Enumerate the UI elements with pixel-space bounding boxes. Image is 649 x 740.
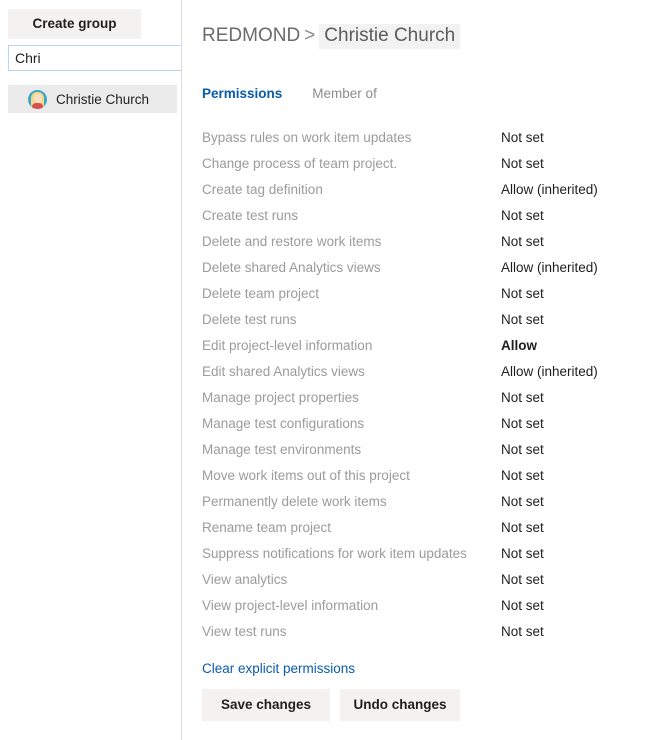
permission-name: Move work items out of this project	[202, 463, 410, 489]
permission-name: Bypass rules on work item updates	[202, 125, 411, 151]
permission-row: Rename team project Not set	[202, 515, 642, 541]
permissions-table: Bypass rules on work item updates Not set…	[202, 125, 642, 645]
permission-value[interactable]: Not set	[501, 125, 544, 151]
breadcrumb-current: Christie Church	[319, 24, 460, 49]
permission-name: Create test runs	[202, 203, 298, 229]
permission-value[interactable]: Not set	[501, 203, 544, 229]
create-group-button[interactable]: Create group	[8, 9, 141, 39]
permission-row: Manage project properties Not set	[202, 385, 642, 411]
permission-row: Manage test environments Not set	[202, 437, 642, 463]
permission-name: Change process of team project.	[202, 151, 397, 177]
permission-value[interactable]: Not set	[501, 281, 544, 307]
permissions-page: Create group Christie Church REDMOND>Chr…	[0, 0, 649, 740]
breadcrumb-root[interactable]: REDMOND	[202, 25, 300, 46]
permission-value[interactable]: Not set	[501, 307, 544, 333]
footer-button-group: Save changes Undo changes	[202, 689, 460, 721]
permission-row: Delete shared Analytics views Allow (inhe…	[202, 255, 642, 281]
permission-row: Delete test runs Not set	[202, 307, 642, 333]
permission-name: View test runs	[202, 619, 287, 645]
permission-value[interactable]: Not set	[501, 593, 544, 619]
permission-name: View analytics	[202, 567, 287, 593]
permission-name: View project-level information	[202, 593, 378, 619]
permission-name: Delete test runs	[202, 307, 297, 333]
permission-value[interactable]: Allow (inherited)	[501, 359, 598, 385]
user-avatar-icon	[28, 90, 47, 109]
permission-row: Delete team project Not set	[202, 281, 642, 307]
permission-row: Delete and restore work items Not set	[202, 229, 642, 255]
permission-name: Delete and restore work items	[202, 229, 381, 255]
permission-row: Bypass rules on work item updates Not set	[202, 125, 642, 151]
permission-value[interactable]: Allow (inherited)	[501, 255, 598, 281]
permission-value[interactable]: Not set	[501, 489, 544, 515]
permission-row: View project-level information Not set	[202, 593, 642, 619]
details-panel: REDMOND>Christie Church Permissions Memb…	[182, 0, 649, 740]
permission-row: Move work items out of this project Not s…	[202, 463, 642, 489]
tab-bar: Permissions Member of	[202, 86, 377, 101]
save-changes-button[interactable]: Save changes	[202, 689, 330, 721]
permission-value[interactable]: Not set	[501, 385, 544, 411]
permission-row: View analytics Not set	[202, 567, 642, 593]
permission-value[interactable]: Not set	[501, 463, 544, 489]
permission-name: Delete team project	[202, 281, 319, 307]
list-item-label: Christie Church	[56, 92, 149, 107]
clear-explicit-permissions-link[interactable]: Clear explicit permissions	[202, 661, 355, 676]
permission-row: Change process of team project. Not set	[202, 151, 642, 177]
permission-value[interactable]: Allow	[501, 333, 537, 359]
permission-row: Suppress notifications for work item upd…	[202, 541, 642, 567]
identity-sidebar: Create group Christie Church	[0, 0, 181, 740]
permission-value[interactable]: Not set	[501, 619, 544, 645]
permission-name: Suppress notifications for work item upd…	[202, 541, 467, 567]
tab-permissions[interactable]: Permissions	[202, 86, 282, 101]
permission-name: Edit project-level information	[202, 333, 372, 359]
permission-name: Permanently delete work items	[202, 489, 387, 515]
permission-row: Create tag definition Allow (inherited)	[202, 177, 642, 203]
search-results-list: Christie Church	[8, 85, 177, 113]
permission-value[interactable]: Not set	[501, 151, 544, 177]
undo-changes-button[interactable]: Undo changes	[340, 689, 460, 721]
search-input[interactable]	[8, 45, 185, 71]
breadcrumb: REDMOND>Christie Church	[202, 25, 460, 47]
permission-row: Permanently delete work items Not set	[202, 489, 642, 515]
permission-name: Rename team project	[202, 515, 331, 541]
permission-value[interactable]: Not set	[501, 229, 544, 255]
permission-name: Manage test environments	[202, 437, 361, 463]
permission-value[interactable]: Not set	[501, 515, 544, 541]
permission-row: Create test runs Not set	[202, 203, 642, 229]
list-item-christie-church[interactable]: Christie Church	[8, 85, 177, 113]
permission-value[interactable]: Not set	[501, 541, 544, 567]
breadcrumb-separator: >	[304, 25, 315, 46]
permission-name: Create tag definition	[202, 177, 323, 203]
permission-row: View test runs Not set	[202, 619, 642, 645]
permission-name: Edit shared Analytics views	[202, 359, 365, 385]
permission-value[interactable]: Not set	[501, 411, 544, 437]
permission-name: Manage project properties	[202, 385, 359, 411]
permission-value[interactable]: Allow (inherited)	[501, 177, 598, 203]
permission-row: Edit shared Analytics views Allow (inheri…	[202, 359, 642, 385]
permission-value[interactable]: Not set	[501, 567, 544, 593]
permission-name: Manage test configurations	[202, 411, 364, 437]
permission-name: Delete shared Analytics views	[202, 255, 381, 281]
permission-row: Edit project-level information Allow	[202, 333, 642, 359]
permission-value[interactable]: Not set	[501, 437, 544, 463]
permission-row: Manage test configurations Not set	[202, 411, 642, 437]
tab-member-of[interactable]: Member of	[312, 86, 377, 101]
